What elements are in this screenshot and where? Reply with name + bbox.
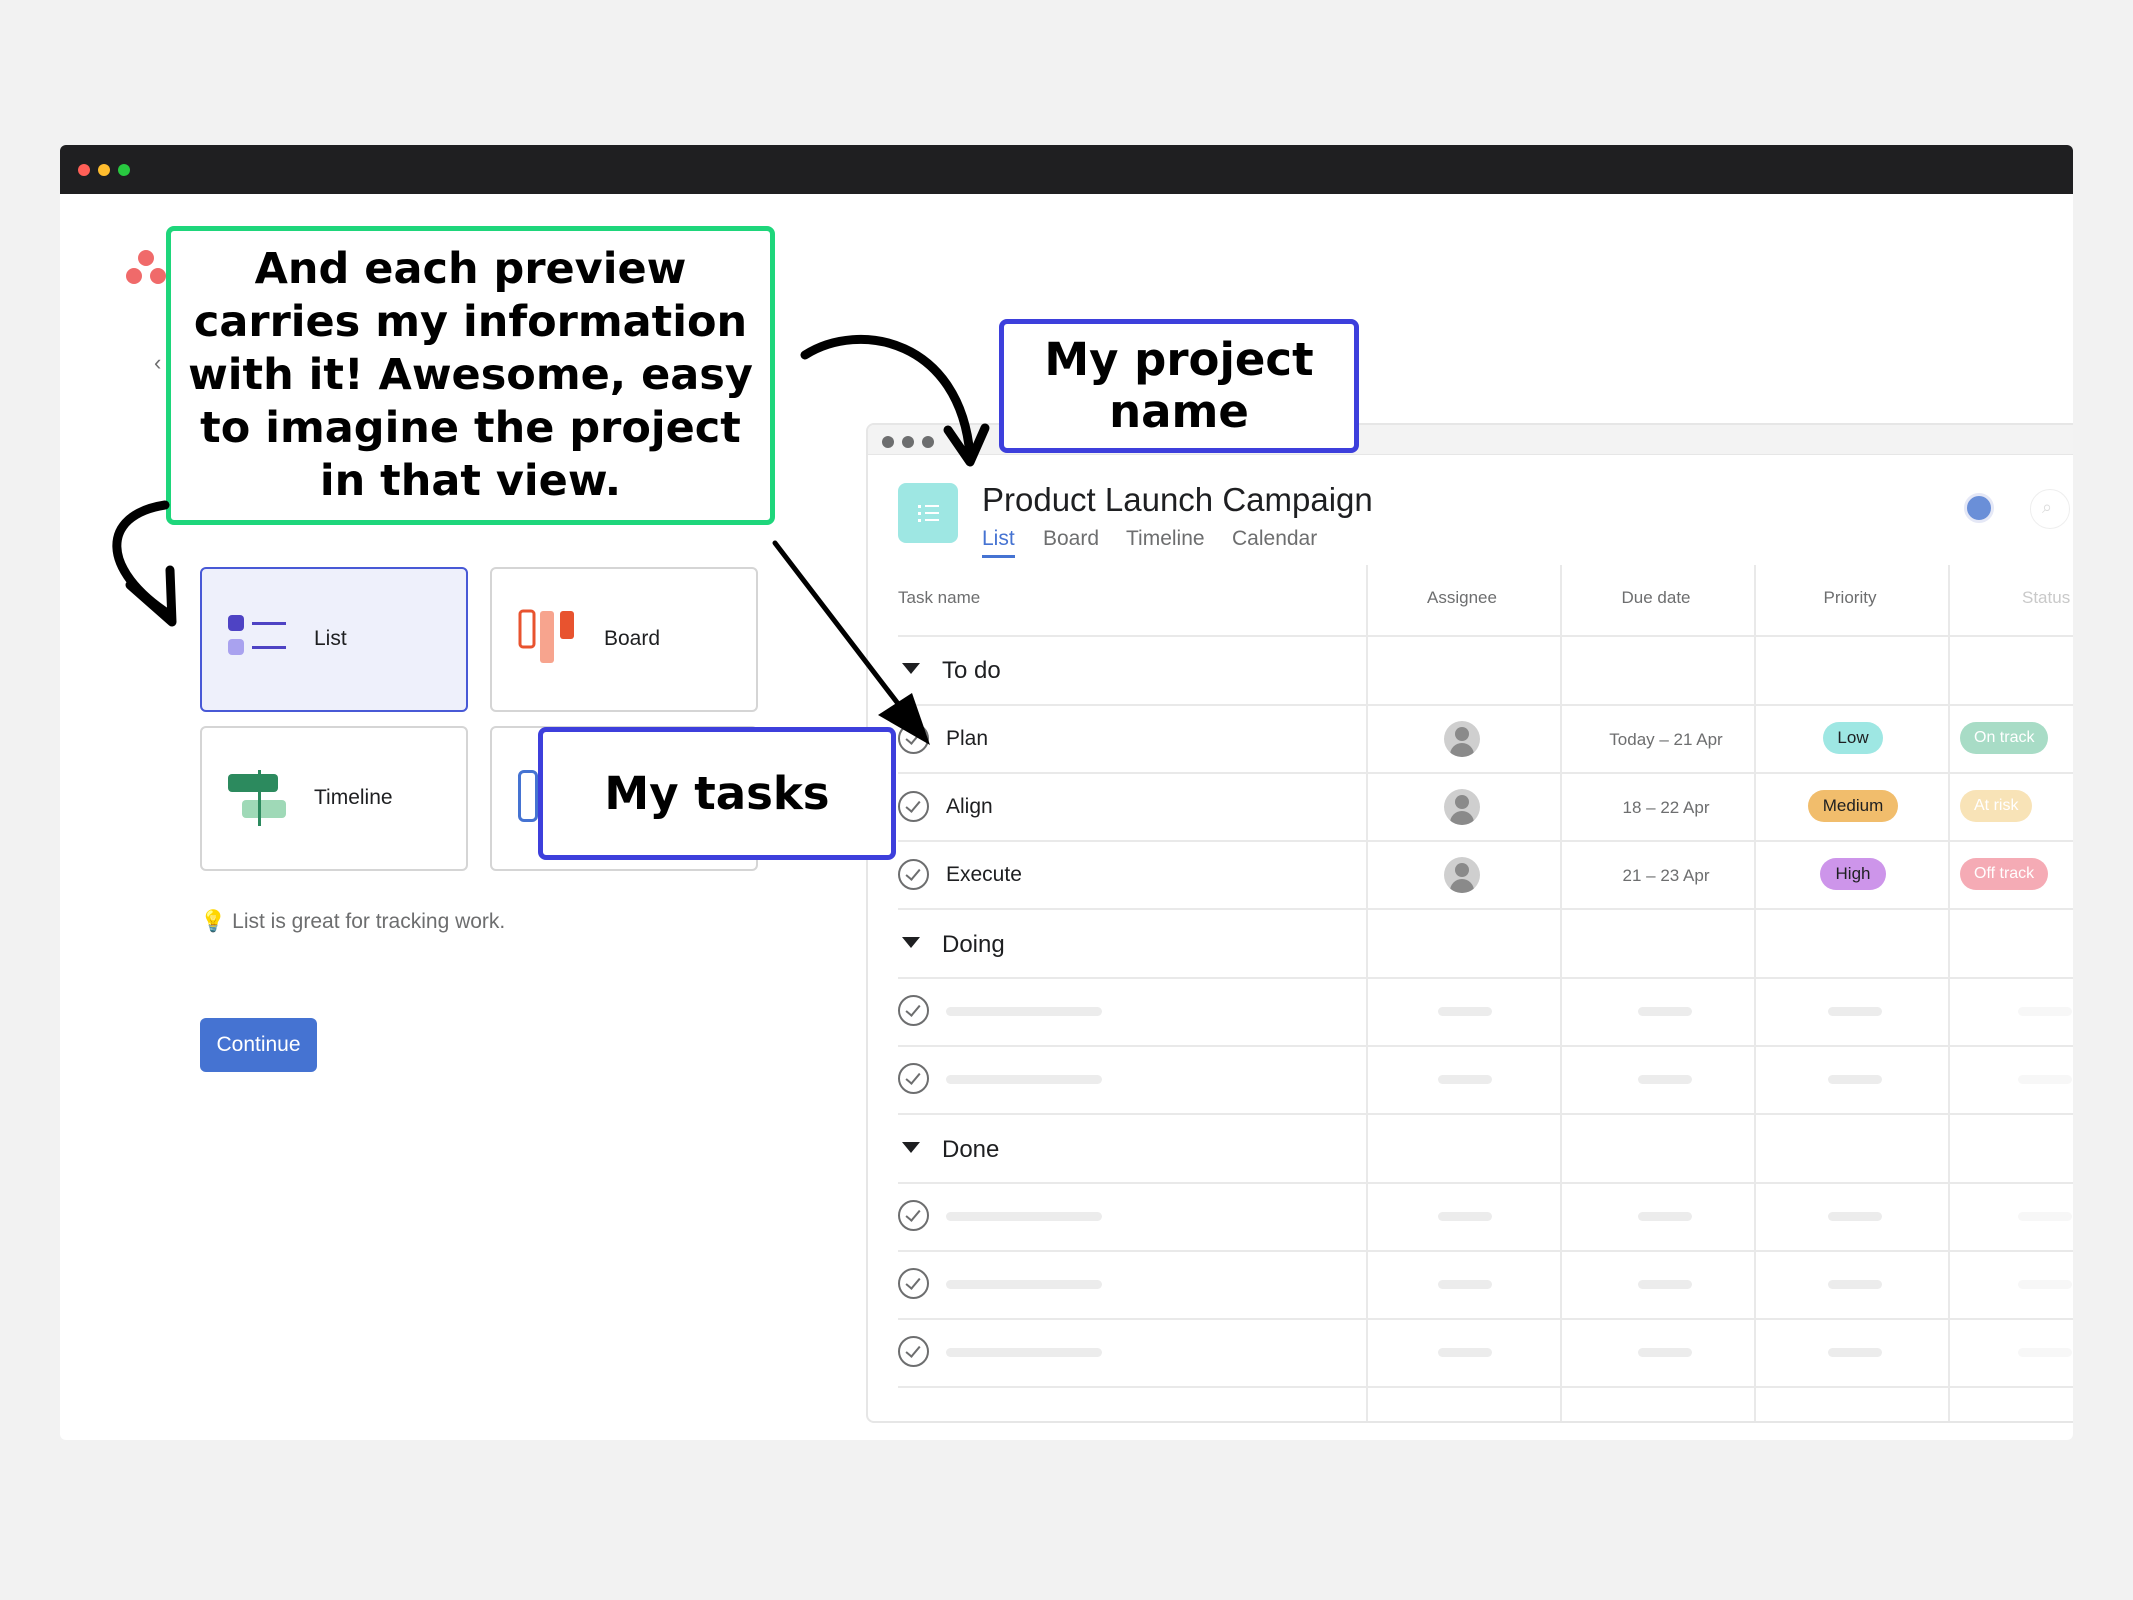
layout-option-label: Timeline [314, 786, 393, 809]
project-preview: Product Launch Campaign List Board Timel… [866, 423, 2073, 1423]
close-window-button[interactable] [78, 164, 90, 176]
task-name[interactable]: Align [946, 795, 993, 819]
tab-calendar[interactable]: Calendar [1232, 527, 1317, 551]
tab-board[interactable]: Board [1043, 527, 1099, 551]
complete-checkbox-icon[interactable] [898, 791, 929, 822]
layout-option-board[interactable]: Board [490, 567, 758, 712]
layout-option-label: Board [604, 627, 661, 650]
section-name: Done [942, 1136, 1000, 1163]
hint-text: List is great for tracking work. [232, 910, 506, 933]
complete-checkbox-icon[interactable] [898, 1268, 929, 1299]
layout-option-list[interactable]: List [200, 567, 468, 712]
layout-hint: 💡 List is great for tracking work. [200, 910, 505, 934]
layout-option-label: List [314, 627, 347, 650]
browser-titlebar [60, 145, 2073, 194]
complete-checkbox-icon[interactable] [898, 995, 929, 1026]
project-owner-avatar[interactable] [1964, 493, 1994, 523]
annotation-project-name: My project name [999, 319, 1359, 453]
status-badge[interactable]: At risk [1960, 790, 2033, 822]
column-header-task-name[interactable]: Task name [898, 588, 980, 608]
priority-badge[interactable]: Medium [1808, 790, 1898, 822]
task-name[interactable]: Plan [946, 727, 988, 751]
priority-badge[interactable]: Low [1823, 722, 1883, 754]
column-header-priority[interactable]: Priority [1754, 588, 1946, 608]
annotation-tasks: My tasks [538, 727, 896, 860]
assignee-avatar[interactable] [1444, 721, 1480, 757]
search-button[interactable]: ⌕ [2030, 489, 2070, 529]
tab-timeline[interactable]: Timeline [1126, 527, 1205, 551]
due-date[interactable]: 21 – 23 Apr [1570, 866, 1762, 886]
project-title: Product Launch Campaign [982, 481, 1373, 518]
complete-checkbox-icon[interactable] [898, 723, 929, 754]
asana-logo-icon [126, 250, 166, 290]
column-header-status[interactable]: Status [2022, 588, 2070, 608]
priority-badge[interactable]: High [1820, 858, 1886, 890]
status-badge[interactable]: On track [1960, 722, 2049, 754]
search-icon: ⌕ [2042, 497, 2053, 517]
back-arrow-icon[interactable]: ‹ [154, 350, 161, 376]
complete-checkbox-icon[interactable] [898, 1336, 929, 1367]
assignee-avatar[interactable] [1444, 789, 1480, 825]
complete-checkbox-icon[interactable] [898, 1063, 929, 1094]
due-date[interactable]: Today – 21 Apr [1570, 730, 1762, 750]
column-header-assignee[interactable]: Assignee [1366, 588, 1558, 608]
minimize-window-button[interactable] [98, 164, 110, 176]
section-name: Doing [942, 931, 1005, 958]
section-name: To do [942, 657, 1001, 684]
status-badge[interactable]: Off track [1960, 858, 2049, 890]
assignee-avatar[interactable] [1444, 857, 1480, 893]
active-tab-indicator [982, 555, 1015, 558]
calendar-layout-icon [518, 770, 538, 822]
list-layout-icon [228, 615, 286, 655]
collapse-caret-icon[interactable] [902, 1142, 920, 1154]
section-header-doing[interactable]: Doing [902, 931, 1005, 959]
continue-button[interactable]: Continue [200, 1018, 317, 1072]
section-header-todo[interactable]: To do [902, 657, 1001, 685]
complete-checkbox-icon[interactable] [898, 859, 929, 890]
due-date[interactable]: 18 – 22 Apr [1570, 798, 1762, 818]
complete-checkbox-icon[interactable] [898, 1200, 929, 1231]
project-list-icon [898, 483, 958, 543]
annotation-preview-note: And each preview carries my information … [166, 226, 775, 525]
collapse-caret-icon[interactable] [902, 663, 920, 675]
tab-list[interactable]: List [982, 527, 1015, 551]
task-name[interactable]: Execute [946, 863, 1022, 887]
section-header-done[interactable]: Done [902, 1136, 999, 1164]
lightbulb-icon: 💡 [200, 910, 227, 933]
timeline-layout-icon [228, 770, 286, 826]
collapse-caret-icon[interactable] [902, 937, 920, 949]
board-layout-icon [518, 609, 574, 663]
layout-option-timeline[interactable]: Timeline [200, 726, 468, 871]
column-header-due-date[interactable]: Due date [1560, 588, 1752, 608]
maximize-window-button[interactable] [118, 164, 130, 176]
